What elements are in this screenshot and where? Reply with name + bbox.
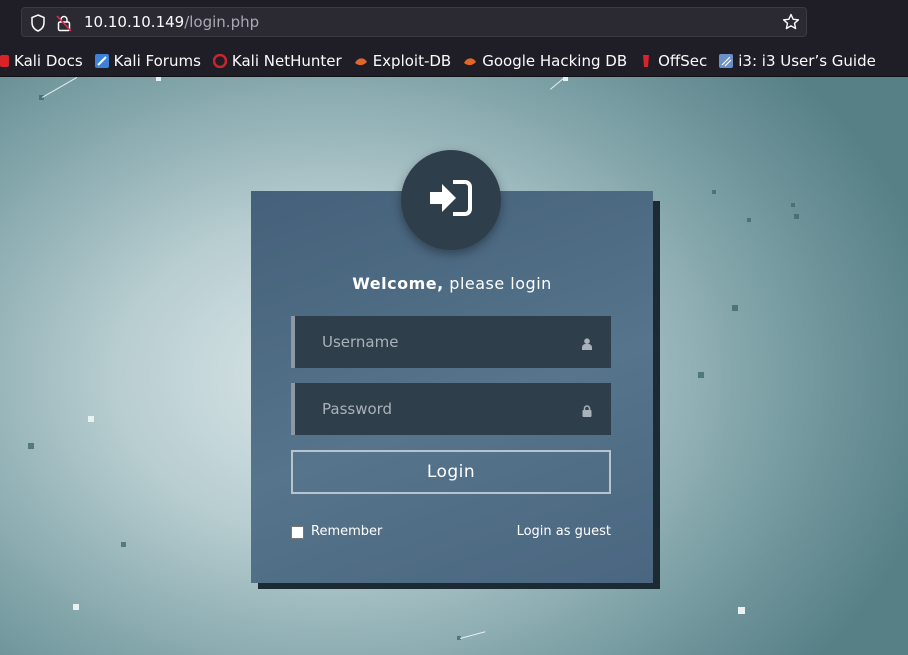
insecure-lock-icon[interactable] — [56, 14, 72, 36]
kali-forums-icon — [94, 54, 109, 68]
url-text[interactable]: 10.10.10.149/login.php — [84, 13, 259, 31]
particle — [794, 214, 799, 219]
login-button[interactable]: Login — [291, 450, 611, 494]
login-page: Welcome, please login Login Remember Log… — [0, 77, 908, 655]
particle-line — [550, 77, 566, 90]
remember-label: Remember — [311, 524, 383, 539]
url-path: /login.php — [184, 13, 260, 31]
particle-line — [42, 77, 78, 98]
kali-docs-icon — [0, 54, 9, 68]
remember-checkbox[interactable] — [291, 526, 304, 539]
username-field[interactable] — [291, 316, 611, 368]
particle-line — [460, 631, 486, 639]
particle — [747, 218, 751, 222]
bookmark-label: Exploit-DB — [372, 52, 452, 70]
url-host: 10.10.10.149 — [84, 13, 185, 31]
login-as-guest-link[interactable]: Login as guest — [517, 524, 611, 539]
remember-checkbox-row[interactable]: Remember — [291, 524, 382, 539]
login-badge — [401, 150, 501, 250]
bookmark-offsec[interactable]: OffSec — [639, 52, 707, 70]
particle — [28, 443, 34, 449]
url-bar[interactable]: 10.10.10.149/login.php — [21, 7, 807, 37]
browser-toolbar: 10.10.10.149/login.php — [0, 0, 908, 46]
welcome-text: please login — [443, 274, 552, 293]
password-input[interactable] — [320, 383, 574, 435]
shield-icon[interactable] — [30, 14, 46, 36]
user-icon — [582, 335, 592, 354]
i3-icon — [719, 54, 734, 68]
bookmark-star-icon[interactable] — [782, 13, 800, 35]
exploit-db-icon — [354, 54, 368, 68]
bookmark-exploit-db[interactable]: Exploit-DB — [354, 52, 452, 70]
offsec-icon — [639, 54, 653, 68]
lock-icon — [582, 402, 592, 421]
username-input[interactable] — [320, 316, 574, 368]
ghdb-icon — [463, 54, 477, 68]
nethunter-icon — [212, 53, 228, 69]
bookmark-label: i3: i3 User’s Guide — [738, 52, 876, 70]
password-field[interactable] — [291, 383, 611, 435]
bookmark-kali-docs[interactable]: Kali Docs — [0, 52, 83, 70]
bookmark-label: Kali NetHunter — [231, 52, 342, 70]
bookmark-label: Google Hacking DB — [482, 52, 628, 70]
particle — [73, 604, 79, 610]
particle — [156, 77, 161, 81]
bookmark-label: OffSec — [658, 52, 708, 70]
particle — [738, 607, 745, 614]
particle — [791, 203, 795, 207]
welcome-heading: Welcome, please login — [251, 274, 653, 293]
bookmark-kali-nethunter[interactable]: Kali NetHunter — [212, 52, 342, 70]
sign-in-icon — [429, 179, 473, 221]
bookmarks-toolbar: Kali Docs Kali Forums Kali NetHunter Exp… — [0, 46, 908, 77]
particle — [698, 372, 704, 378]
bookmark-kali-forums[interactable]: Kali Forums — [94, 52, 201, 70]
particle — [121, 542, 126, 547]
particle — [88, 416, 94, 422]
particle — [732, 305, 738, 311]
bookmark-label: Kali Forums — [113, 52, 201, 70]
bookmark-google-hacking-db[interactable]: Google Hacking DB — [463, 52, 627, 70]
particle — [712, 190, 716, 194]
bookmark-label: Kali Docs — [14, 52, 83, 70]
welcome-bold: Welcome, — [352, 274, 444, 293]
bookmark-i3-guide[interactable]: i3: i3 User’s Guide — [719, 52, 876, 70]
